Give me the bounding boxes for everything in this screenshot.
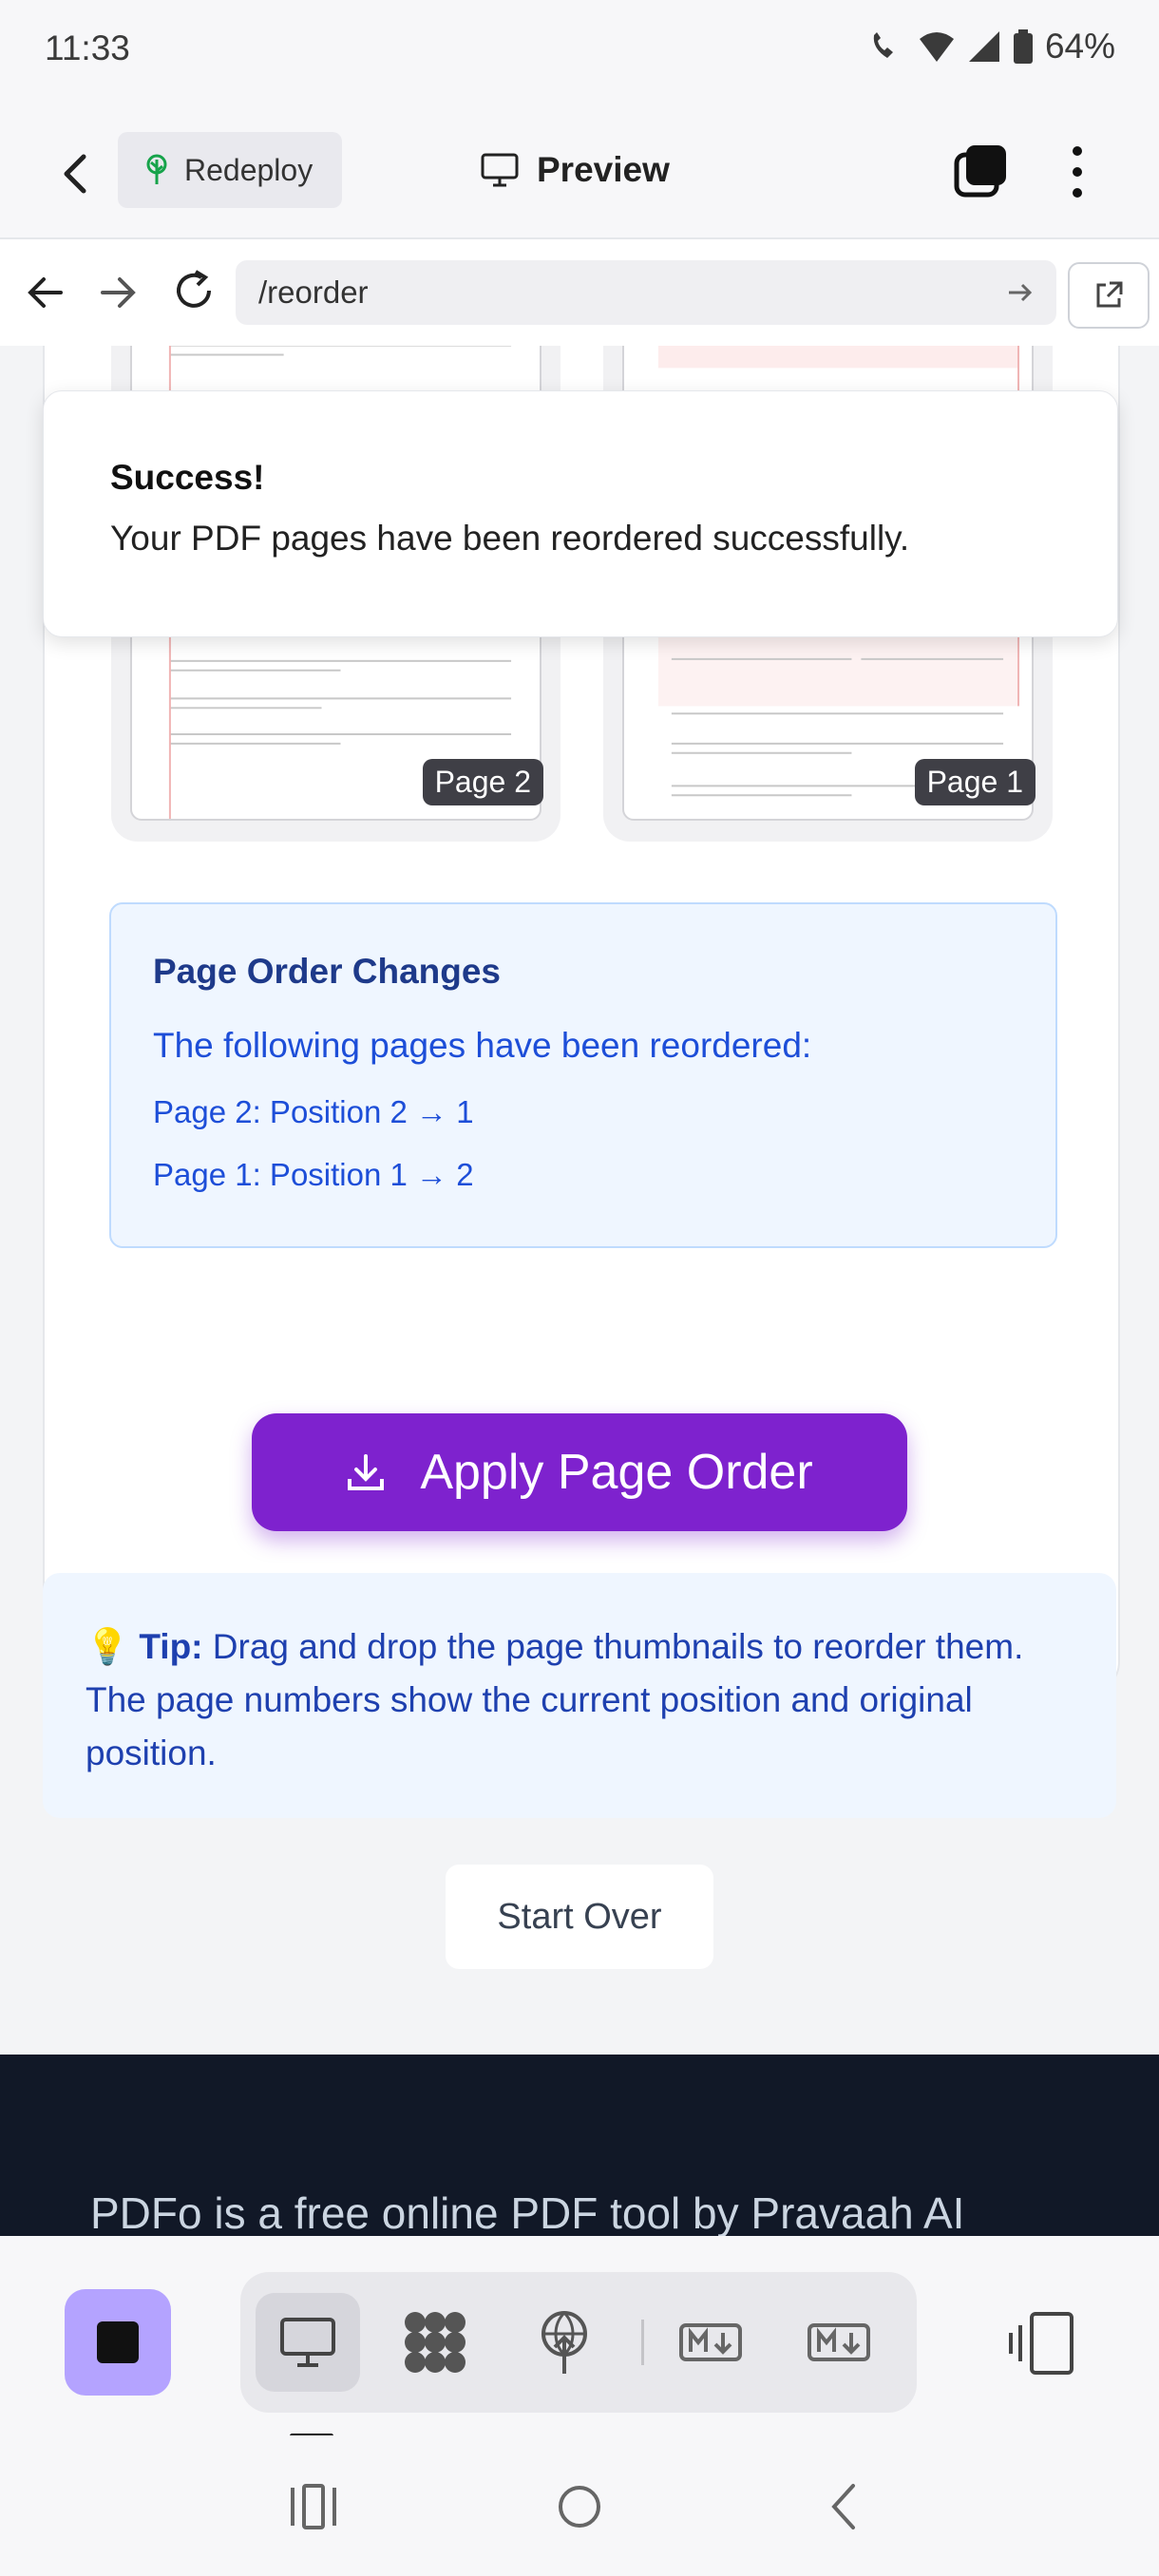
toast-message: Your PDF pages have been reordered succe… bbox=[110, 519, 910, 558]
back-icon[interactable] bbox=[817, 2478, 874, 2535]
desktop-mode-button[interactable] bbox=[256, 2293, 360, 2392]
battery-icon bbox=[1013, 29, 1033, 64]
stop-icon bbox=[97, 2321, 139, 2363]
dots-grid-icon bbox=[405, 2312, 466, 2373]
open-external-button[interactable] bbox=[1068, 262, 1150, 329]
changes-title: Page Order Changes bbox=[153, 952, 502, 991]
battery-percent: 64% bbox=[1044, 27, 1115, 66]
status-bar: 11:33 64% bbox=[0, 0, 1159, 100]
tip-body: Drag and drop the page thumbnails to reo… bbox=[86, 1627, 1024, 1772]
change-line: Page 1: Position 1 → 2 bbox=[153, 1157, 474, 1192]
toolbar-divider bbox=[641, 2320, 644, 2365]
deploy-button[interactable] bbox=[512, 2293, 617, 2392]
recent-apps-icon[interactable] bbox=[285, 2478, 342, 2535]
browser-toolbar: /reorder bbox=[0, 239, 1159, 348]
more-vertical-icon[interactable] bbox=[1064, 143, 1091, 200]
arrow-right-icon[interactable] bbox=[1005, 277, 1036, 308]
mode-switcher bbox=[240, 2272, 917, 2413]
footer: PDFo is a free online PDF tool by Pravaa… bbox=[0, 2055, 1159, 2236]
change-line: Page 2: Position 2 → 1 bbox=[153, 1094, 474, 1129]
page-order-changes: Page Order Changes The following pages h… bbox=[109, 902, 1057, 1248]
desktop-icon bbox=[280, 2318, 335, 2367]
arrow-left-icon[interactable] bbox=[25, 272, 66, 313]
page-content: Page 2 Page 1 Page Order Changes The fol… bbox=[0, 346, 1159, 2236]
page-badge: Page 1 bbox=[914, 759, 1036, 805]
globe-pin-icon bbox=[542, 2311, 587, 2374]
toast-title: Success! bbox=[110, 458, 265, 497]
lightbulb-icon: 💡 bbox=[86, 1627, 130, 1666]
system-navigation bbox=[0, 2435, 1159, 2576]
status-icons: 64% bbox=[868, 27, 1115, 66]
page-badge: Page 2 bbox=[422, 759, 543, 805]
tip-text: 💡 Tip: Drag and drop the page thumbnails… bbox=[86, 1620, 1083, 1780]
reload-icon[interactable] bbox=[171, 268, 217, 313]
wifi-icon bbox=[919, 32, 954, 62]
stop-button[interactable] bbox=[65, 2289, 171, 2396]
components-button[interactable] bbox=[383, 2293, 487, 2392]
apply-label: Apply Page Order bbox=[420, 1445, 813, 1500]
markdown-export-button[interactable] bbox=[787, 2293, 891, 2392]
start-over-button[interactable]: Start Over bbox=[446, 1865, 713, 1969]
bottom-toolbar bbox=[0, 2236, 1159, 2438]
split-view-icon[interactable] bbox=[1007, 2310, 1075, 2377]
download-icon bbox=[348, 1454, 385, 1490]
preview-label: Preview bbox=[537, 150, 670, 189]
footer-text: PDFo is a free online PDF tool by Pravaa… bbox=[90, 2188, 965, 2236]
apply-page-order-button[interactable]: Apply Page Order bbox=[252, 1413, 907, 1531]
tip-box: 💡 Tip: Drag and drop the page thumbnails… bbox=[43, 1573, 1116, 1818]
markdown-button[interactable] bbox=[658, 2293, 763, 2392]
signal-icon bbox=[968, 31, 999, 62]
app-bar: Redeploy Preview bbox=[0, 100, 1159, 239]
tabs-icon[interactable] bbox=[953, 143, 1008, 199]
redeploy-label: Redeploy bbox=[184, 152, 314, 187]
url-text: /reorder bbox=[258, 275, 369, 310]
chevron-left-icon[interactable] bbox=[49, 147, 103, 200]
monitor-icon bbox=[481, 153, 519, 187]
success-toast: Success! Your PDF pages have been reorde… bbox=[43, 390, 1118, 637]
preview-toggle[interactable]: Preview bbox=[480, 142, 670, 199]
url-input[interactable]: /reorder bbox=[236, 260, 1056, 325]
external-link-icon bbox=[1096, 281, 1123, 308]
status-time: 11:33 bbox=[45, 28, 130, 67]
home-icon[interactable] bbox=[551, 2478, 608, 2535]
redeploy-button[interactable]: Redeploy bbox=[118, 132, 342, 208]
tree-icon bbox=[146, 154, 167, 184]
tip-label: Tip: bbox=[139, 1627, 203, 1666]
arrow-right-icon[interactable] bbox=[97, 272, 139, 313]
changes-subtitle: The following pages have been reordered: bbox=[153, 1026, 812, 1065]
call-wifi-icon bbox=[873, 32, 893, 58]
markdown-icon bbox=[679, 2323, 742, 2361]
markdown-icon bbox=[808, 2323, 870, 2361]
